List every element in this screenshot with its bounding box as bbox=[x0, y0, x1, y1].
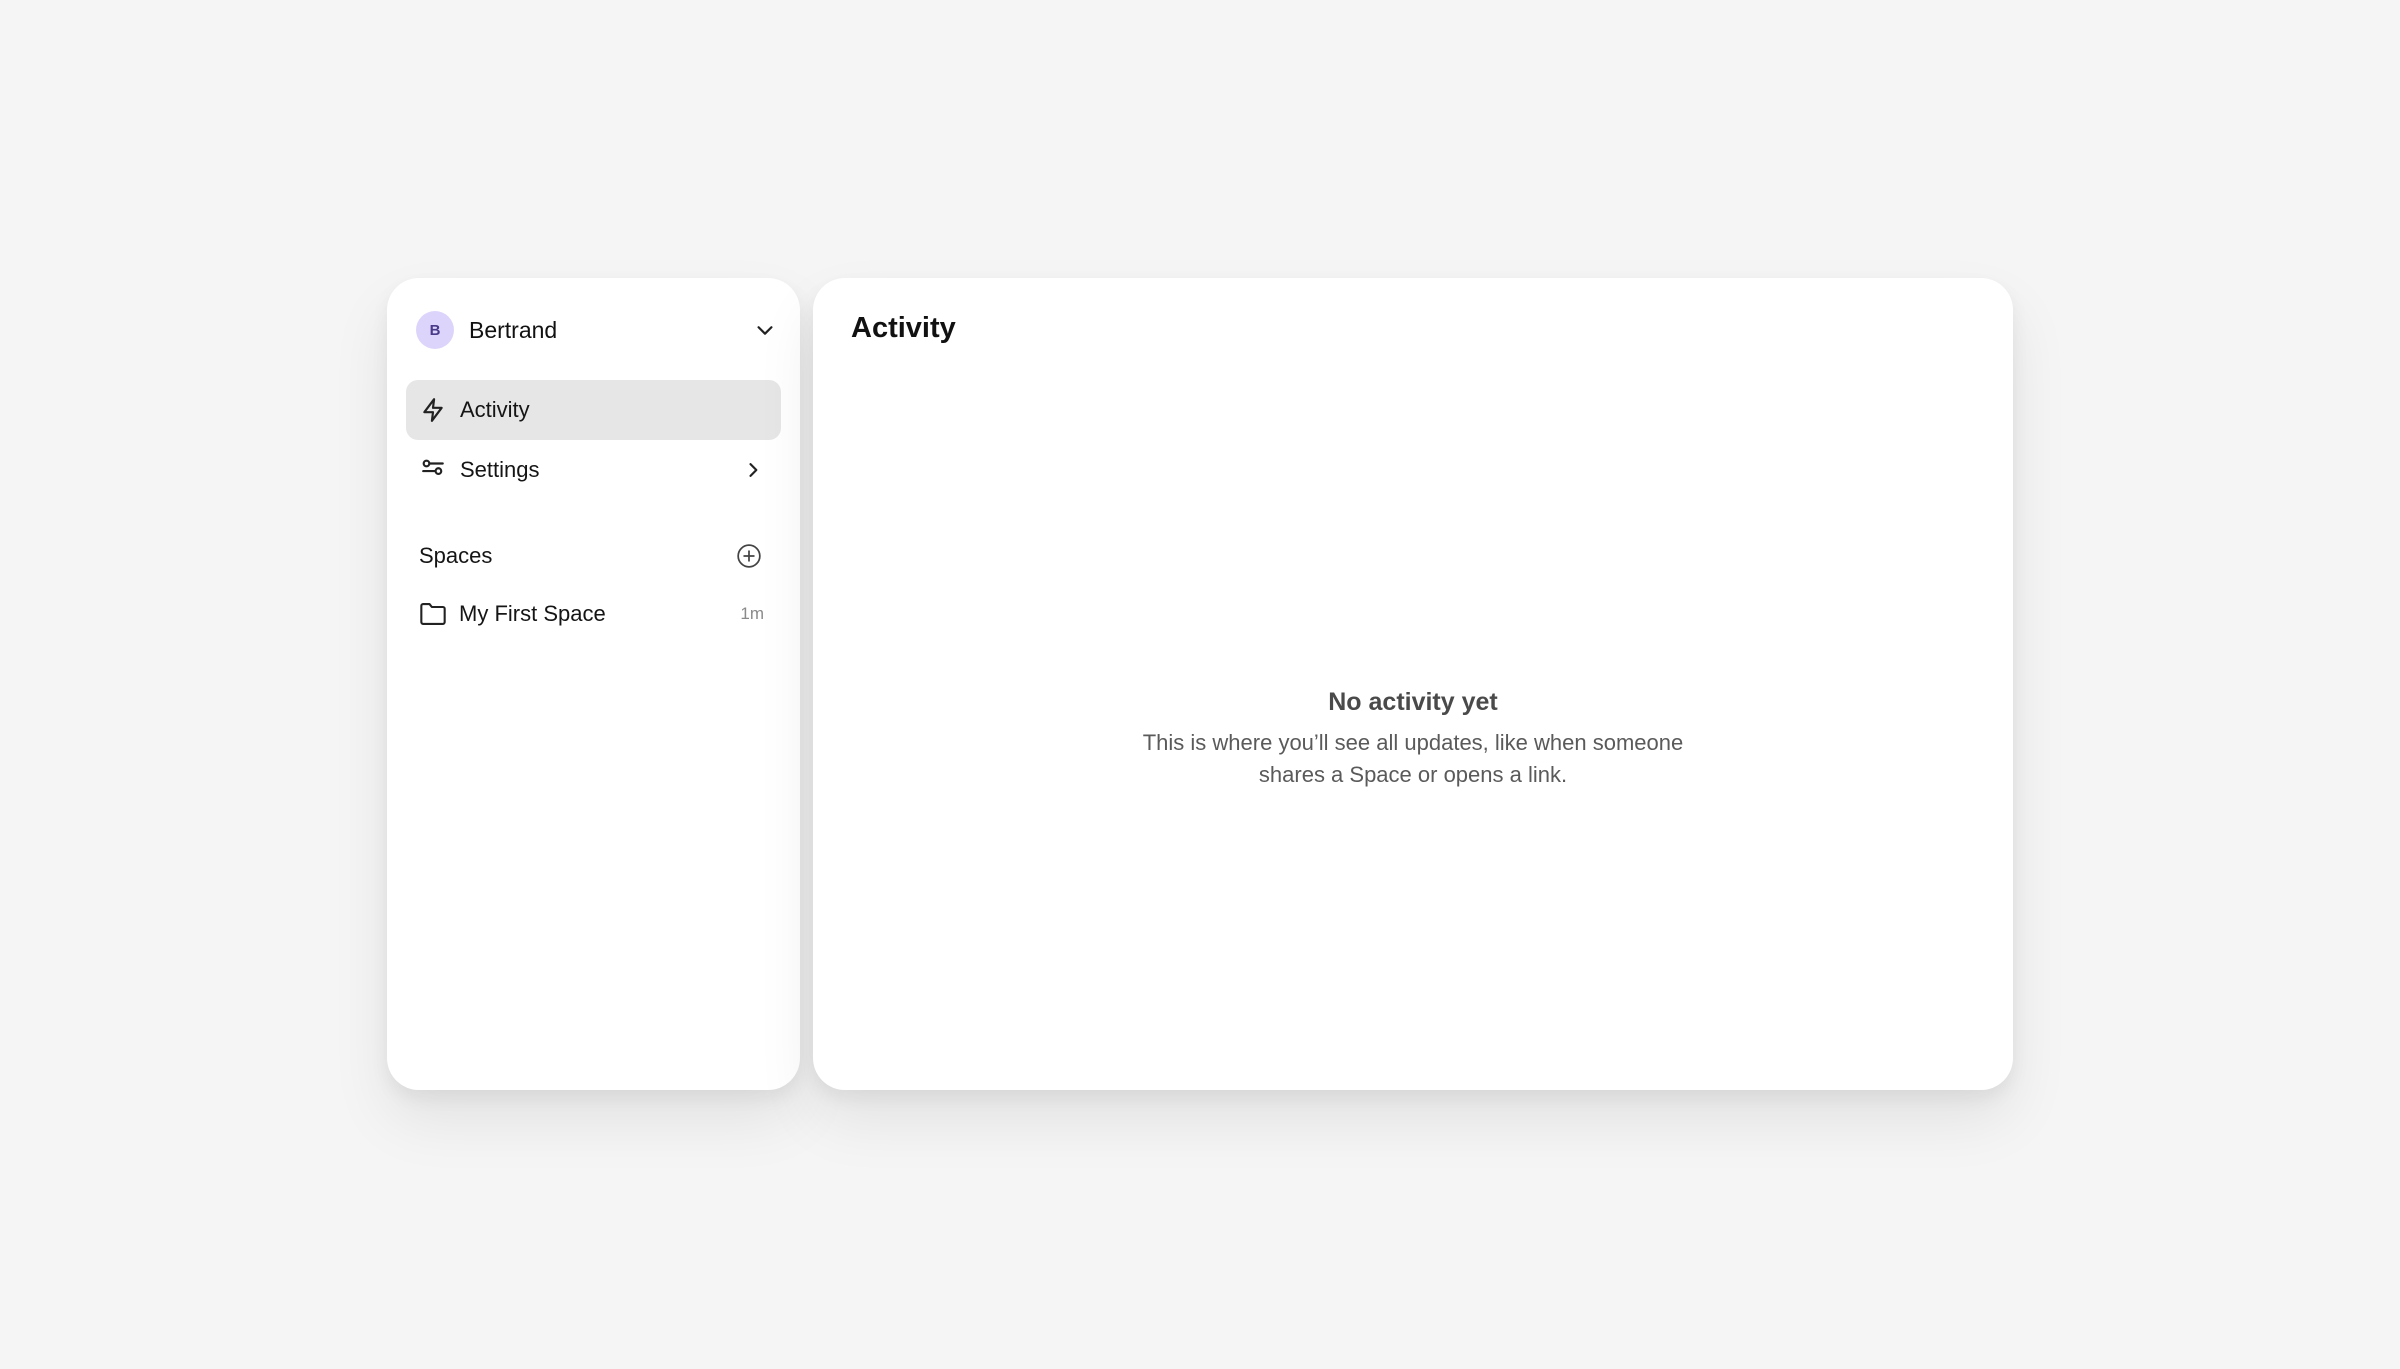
spaces-title: Spaces bbox=[419, 543, 493, 568]
chevron-down-icon[interactable] bbox=[752, 317, 778, 343]
space-label: My First Space bbox=[459, 601, 606, 626]
sidebar: B Bertrand Activity Settings Spaces My F… bbox=[387, 278, 800, 1090]
chevron-right-icon bbox=[741, 458, 765, 482]
empty-state: No activity yet This is where you’ll see… bbox=[813, 688, 2013, 791]
sliders-icon bbox=[419, 456, 447, 484]
nav-label-settings: Settings bbox=[460, 457, 540, 482]
nav-item-activity[interactable]: Activity bbox=[406, 380, 781, 440]
space-updated-time: 1m bbox=[740, 604, 764, 623]
plus-circle-icon bbox=[737, 544, 761, 568]
space-item[interactable]: My First Space 1m bbox=[419, 596, 764, 632]
avatar: B bbox=[416, 311, 454, 349]
folder-icon bbox=[419, 600, 447, 628]
spaces-header: Spaces bbox=[419, 540, 764, 572]
lightning-icon bbox=[419, 396, 447, 424]
nav-label-activity: Activity bbox=[460, 397, 530, 422]
page-title: Activity bbox=[851, 312, 956, 344]
app-stage: B Bertrand Activity Settings Spaces My F… bbox=[0, 0, 2400, 1369]
activity-panel: Activity No activity yet This is where y… bbox=[813, 278, 2013, 1090]
nav-item-settings[interactable]: Settings bbox=[406, 440, 781, 500]
empty-state-description: This is where you’ll see all updates, li… bbox=[1142, 730, 1684, 787]
empty-state-title: No activity yet bbox=[1328, 688, 1498, 716]
account-name: Bertrand bbox=[469, 316, 558, 343]
account-switcher[interactable]: B Bertrand bbox=[416, 310, 778, 350]
add-space-button[interactable] bbox=[734, 541, 764, 571]
